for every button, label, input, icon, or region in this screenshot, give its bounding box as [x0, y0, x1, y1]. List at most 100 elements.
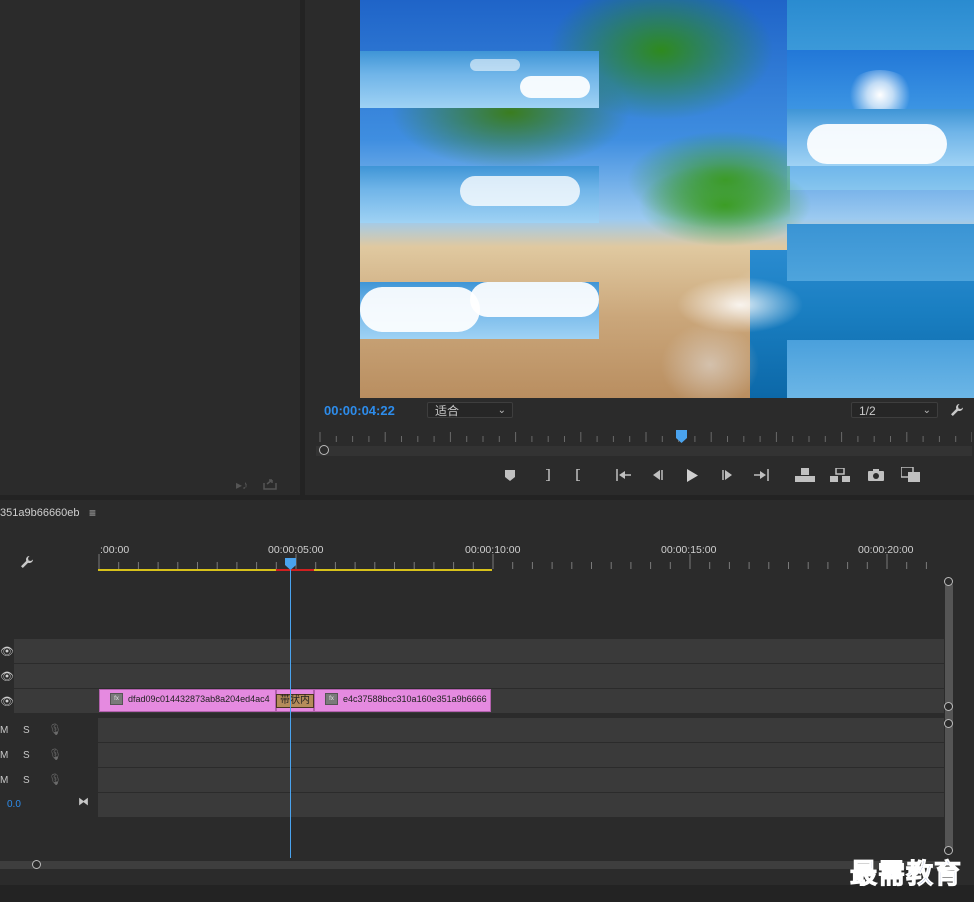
- scroll-zoom-handle[interactable]: [944, 702, 953, 711]
- sequence-tab-title[interactable]: 351a9b66660eb: [0, 507, 80, 519]
- comparison-view-button[interactable]: [901, 467, 921, 483]
- step-back-button[interactable]: [648, 467, 666, 483]
- ruler-label: 00:00:10:00: [465, 544, 521, 556]
- watermark-logo: 最需教育: [850, 859, 962, 891]
- video-track-v2[interactable]: [98, 664, 944, 688]
- solo-button[interactable]: S: [23, 725, 30, 736]
- chevron-down-icon: ⌄: [922, 405, 931, 416]
- ruler-label: 00:00:20:00: [858, 544, 914, 556]
- timeline-playhead[interactable]: [285, 558, 296, 570]
- go-to-out-button[interactable]: [753, 467, 771, 483]
- chevron-down-icon: ⌄: [497, 405, 506, 416]
- timeline-playhead-line: [290, 570, 291, 858]
- transition-effect[interactable]: 带状内: [276, 694, 314, 708]
- vertical-scroll-thumb[interactable]: [945, 582, 953, 852]
- program-timecode[interactable]: 00:00:04:22: [324, 403, 395, 418]
- transition-strip: [360, 282, 599, 339]
- horizontal-scroll-thumb[interactable]: [0, 861, 944, 869]
- step-forward-icon: [722, 470, 732, 480]
- program-settings-wrench-icon[interactable]: [950, 403, 964, 417]
- clip-name: dfad09c014432873ab8a204ed4ac4: [128, 694, 270, 704]
- transition-strip: [787, 0, 974, 50]
- microphone-icon[interactable]: 🎙: [48, 723, 62, 736]
- step-forward-button[interactable]: [719, 467, 737, 483]
- video-track-v3[interactable]: [98, 639, 944, 663]
- mark-in-button[interactable]: [538, 467, 556, 483]
- track-header-fill: [14, 689, 98, 713]
- ruler-label: 00:00:15:00: [661, 544, 717, 556]
- audio-track-a2[interactable]: [98, 743, 944, 767]
- master-bowtie-icon[interactable]: ⧓: [78, 795, 89, 808]
- lift-button[interactable]: [795, 467, 815, 483]
- transition-strip: [787, 340, 974, 398]
- ruler-label: :00:00: [100, 544, 130, 556]
- extract-button[interactable]: [830, 467, 850, 483]
- video-clip[interactable]: fx e4c37588bcc310a160e351a9b6666: [314, 689, 491, 712]
- zoom-dropdown-value: 适合: [435, 404, 460, 418]
- mark-out-icon: [576, 469, 580, 481]
- export-frame-button[interactable]: [867, 467, 885, 483]
- program-playhead[interactable]: [676, 430, 687, 443]
- audio-track-header-a1[interactable]: M S 🎙: [0, 718, 98, 742]
- extract-icon: [830, 468, 850, 482]
- zoom-dropdown[interactable]: 适合 ⌄: [427, 402, 513, 418]
- play-button[interactable]: [683, 467, 701, 483]
- transition-strip: [787, 224, 974, 281]
- microphone-icon[interactable]: 🎙: [48, 748, 62, 761]
- transition-strip: [360, 51, 599, 108]
- microphone-icon[interactable]: 🎙: [48, 773, 62, 786]
- camera-icon: [868, 469, 884, 481]
- add-marker-button[interactable]: [501, 467, 519, 483]
- program-time-ruler[interactable]: [316, 430, 972, 444]
- play-icon: [687, 468, 698, 482]
- mute-button[interactable]: M: [0, 775, 8, 786]
- solo-button[interactable]: S: [23, 750, 30, 761]
- mute-button[interactable]: M: [0, 750, 8, 761]
- fx-badge: fx: [325, 693, 338, 705]
- program-scrub-bar[interactable]: [316, 446, 972, 456]
- step-back-icon: [653, 470, 663, 480]
- eye-icon[interactable]: 👁: [0, 670, 14, 683]
- master-track[interactable]: [98, 793, 944, 817]
- eye-icon[interactable]: 👁: [0, 645, 14, 658]
- bottom-strip: [0, 886, 974, 902]
- audio-track-header-a2[interactable]: M S 🎙: [0, 743, 98, 767]
- share-icon[interactable]: [263, 478, 279, 492]
- resolution-dropdown[interactable]: 1/2 ⌄: [851, 402, 938, 418]
- track-header-fill: [14, 639, 98, 663]
- audio-track-a3[interactable]: [98, 768, 944, 792]
- mark-in-icon: [546, 469, 550, 481]
- timeline-settings-wrench-icon[interactable]: [20, 555, 34, 569]
- video-track-header-v1[interactable]: 👁: [0, 689, 98, 713]
- track-header-fill: [14, 664, 98, 688]
- video-clip[interactable]: fx dfad09c014432873ab8a204ed4ac4: [99, 689, 276, 712]
- comparison-icon: [901, 467, 920, 482]
- audio-export-icon[interactable]: ▸♪: [236, 478, 252, 492]
- program-preview-frame[interactable]: [360, 0, 974, 398]
- audio-track-header-a3[interactable]: M S 🎙: [0, 768, 98, 792]
- marker-icon: [505, 469, 515, 481]
- scroll-zoom-handle[interactable]: [32, 860, 41, 869]
- eye-icon[interactable]: 👁: [0, 695, 14, 708]
- video-track-header-v3[interactable]: 👁: [0, 639, 98, 663]
- clip-name: e4c37588bcc310a160e351a9b6666: [343, 694, 487, 704]
- panel-menu-icon[interactable]: ≡: [89, 506, 96, 520]
- fx-badge: fx: [110, 693, 123, 705]
- transition-strip: [787, 109, 974, 166]
- timeline-time-ruler[interactable]: [98, 540, 944, 572]
- solo-button[interactable]: S: [23, 775, 30, 786]
- master-volume-value[interactable]: 0.0: [7, 799, 21, 810]
- lift-icon: [795, 468, 815, 482]
- mute-button[interactable]: M: [0, 725, 8, 736]
- scroll-zoom-handle[interactable]: [944, 719, 953, 728]
- resolution-dropdown-value: 1/2: [859, 404, 876, 418]
- video-track-header-v2[interactable]: 👁: [0, 664, 98, 688]
- go-to-out-icon: [754, 469, 769, 481]
- go-to-in-button[interactable]: [614, 467, 632, 483]
- transition-strip: [360, 166, 599, 223]
- scroll-zoom-handle[interactable]: [944, 577, 953, 586]
- mark-out-button[interactable]: [570, 467, 588, 483]
- go-to-in-icon: [616, 469, 631, 481]
- scrub-zoom-handle[interactable]: [319, 445, 329, 455]
- audio-track-a1[interactable]: [98, 718, 944, 742]
